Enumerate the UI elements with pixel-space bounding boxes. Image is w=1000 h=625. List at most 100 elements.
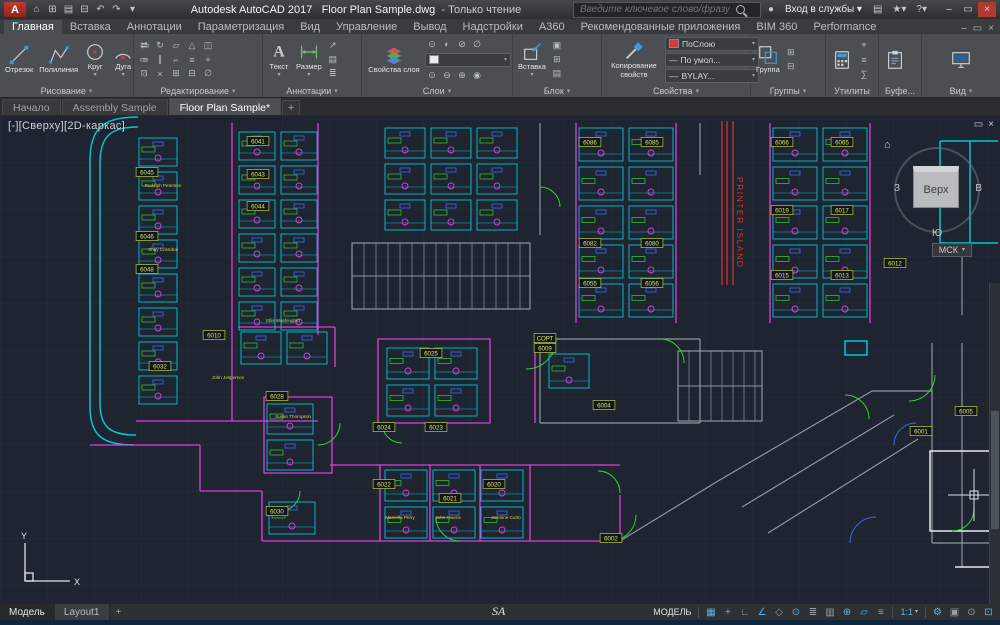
- block-extra-icons-1[interactable]: ⊞: [550, 53, 564, 66]
- layer-tool-icons-2[interactable]: ⊕: [455, 69, 469, 82]
- ucs-dropdown[interactable]: МСК▾: [932, 243, 972, 257]
- modify-tool-icons-14[interactable]: ∅: [201, 67, 215, 80]
- modify-tool-icons-12[interactable]: ⊞: [169, 67, 183, 80]
- doc-restore-button[interactable]: ▭: [973, 23, 982, 34]
- layer-tool-icons-3[interactable]: ◉: [470, 69, 484, 82]
- dimension-button[interactable]: Размер▾: [294, 41, 324, 77]
- ribbon-tab-performance[interactable]: Performance: [805, 20, 884, 34]
- ribbon-tab-bim-360[interactable]: BIM 360: [748, 20, 805, 34]
- help-icon[interactable]: ?▾: [913, 4, 930, 15]
- block-extra-icons-0[interactable]: ▣: [550, 39, 564, 52]
- panel-label-view[interactable]: Вид▾: [922, 85, 1000, 97]
- qat-icon-4[interactable]: ↶: [94, 4, 107, 15]
- qat-icon-0[interactable]: ⌂: [30, 4, 43, 15]
- ribbon-tab-надстройки[interactable]: Надстройки: [455, 20, 531, 34]
- close-button[interactable]: ×: [978, 2, 996, 17]
- layer-state-icons-0[interactable]: ⊙: [425, 38, 439, 51]
- utilities-extra-icons-1[interactable]: ≡: [857, 53, 871, 66]
- layer-state-icons-2[interactable]: ⊘: [455, 38, 469, 51]
- vertical-scrollbar[interactable]: [989, 283, 1000, 604]
- lineweight-select[interactable]: — По умол...▾: [665, 53, 759, 67]
- isolate-objects-toggle[interactable]: ⊙: [964, 605, 979, 619]
- modify-tool-icons-4[interactable]: ◫: [201, 39, 215, 52]
- viewcube-top-face[interactable]: Верх: [913, 166, 959, 208]
- autocad-logo-icon[interactable]: A: [4, 2, 26, 17]
- search-input[interactable]: [578, 3, 732, 16]
- ribbon-tab-аннотации[interactable]: Аннотации: [119, 20, 190, 34]
- utilities-extra-icons-0[interactable]: ⌖: [857, 39, 871, 52]
- modify-tool-icons-11[interactable]: ×: [153, 67, 167, 80]
- polar-tracking-toggle[interactable]: ∠: [754, 605, 769, 619]
- ribbon-tab-параметризация[interactable]: Параметризация: [190, 20, 292, 34]
- ribbon-tab-вставка[interactable]: Вставка: [62, 20, 119, 34]
- modify-tool-icons-9[interactable]: +: [201, 53, 215, 66]
- maximize-button[interactable]: ▭: [959, 2, 977, 17]
- model-space-label[interactable]: МОДЕЛЬ: [653, 607, 691, 617]
- modify-tool-icons-5[interactable]: ▭: [137, 53, 151, 66]
- qat-icon-2[interactable]: ▤: [62, 4, 75, 15]
- qat-icon-1[interactable]: ⊞: [46, 4, 59, 15]
- annotation-extra-icons-2[interactable]: ≣: [326, 67, 340, 80]
- transparency-toggle[interactable]: ▥: [822, 605, 837, 619]
- exchange-apps-icon[interactable]: ▤: [870, 4, 885, 15]
- new-tab-button[interactable]: +: [282, 100, 300, 116]
- signin-button[interactable]: Вход в службы ▾: [781, 4, 866, 15]
- drawing-canvas[interactable]: 6041604360446045604660486032601060286030…: [0, 115, 1000, 604]
- snap-toggle[interactable]: +: [720, 605, 735, 619]
- lineweight-toggle[interactable]: ≣: [805, 605, 820, 619]
- modify-tool-icons-1[interactable]: ↻: [153, 39, 167, 52]
- modify-tool-icons-8[interactable]: ≡: [185, 53, 199, 66]
- panel-label-clipboard[interactable]: Буфе...: [879, 85, 921, 97]
- insert-block-button[interactable]: Вставка▾: [516, 41, 548, 77]
- group-extra-icons-0[interactable]: ⊞: [784, 46, 798, 59]
- panel-label-modify[interactable]: Редактирование▾: [134, 85, 262, 97]
- modify-tool-icons-7[interactable]: ⌐: [169, 53, 183, 66]
- dynamic-ucs-toggle[interactable]: ▱: [856, 605, 871, 619]
- layout-tab-layout1[interactable]: Layout1: [55, 604, 110, 620]
- ribbon-tab-главная[interactable]: Главная: [4, 20, 62, 34]
- arc-button[interactable]: Дуга▾: [110, 41, 136, 77]
- panel-label-block[interactable]: Блок▾: [513, 85, 601, 97]
- layout-tab-модель[interactable]: Модель: [0, 604, 55, 620]
- group-button[interactable]: Группа: [754, 44, 782, 74]
- stay-connected-icon[interactable]: ★▾: [889, 4, 909, 15]
- match-properties-button[interactable]: Копирование свойств: [605, 40, 663, 79]
- annotation-extra-icons-0[interactable]: ↗: [326, 39, 340, 52]
- ribbon-tab-вид[interactable]: Вид: [292, 20, 328, 34]
- ribbon-tab-вывод[interactable]: Вывод: [405, 20, 454, 34]
- ortho-toggle[interactable]: ∟: [737, 605, 752, 619]
- panel-label-groups[interactable]: Группы▾: [751, 85, 825, 97]
- viewcube-home-icon[interactable]: ⌂: [884, 139, 891, 151]
- ribbon-tab-управление[interactable]: Управление: [328, 20, 405, 34]
- linetype-select[interactable]: –– BYLAY...▾: [665, 69, 759, 83]
- view-button[interactable]: [948, 49, 974, 71]
- annotation-visibility-toggle[interactable]: ≡: [873, 605, 888, 619]
- panel-label-properties[interactable]: Свойства▾: [602, 85, 750, 97]
- search-icon[interactable]: [736, 5, 745, 14]
- selection-cycling-toggle[interactable]: ⊕: [839, 605, 854, 619]
- doc-minimize-button[interactable]: –: [961, 23, 967, 34]
- modify-tool-icons-6[interactable]: ∥: [153, 53, 167, 66]
- panel-label-draw[interactable]: Рисование▾: [0, 85, 133, 97]
- viewport-close-icon[interactable]: ×: [988, 119, 994, 130]
- file-tab-assembly-sample[interactable]: Assembly Sample: [62, 99, 168, 116]
- modify-tool-icons-10[interactable]: ⊓: [137, 67, 151, 80]
- object-snap-toggle[interactable]: ⊙: [788, 605, 803, 619]
- modify-tool-icons-2[interactable]: ▱: [169, 39, 183, 52]
- circle-button[interactable]: Круг▾: [82, 41, 108, 77]
- calculator-button[interactable]: [829, 49, 855, 71]
- line-button[interactable]: Отрезок: [3, 44, 35, 74]
- viewcube[interactable]: ⌂ Верх З В Ю: [888, 141, 984, 237]
- doc-close-button[interactable]: ×: [988, 23, 994, 34]
- paste-button[interactable]: [882, 49, 908, 71]
- ribbon-tab-рекомендованные-приложения[interactable]: Рекомендованные приложения: [573, 20, 749, 34]
- viewcube-south-label[interactable]: Ю: [932, 228, 942, 239]
- qat-icon-3[interactable]: ⊟: [78, 4, 91, 15]
- viewcube-west-label[interactable]: З: [894, 183, 900, 194]
- minimize-button[interactable]: –: [940, 2, 958, 17]
- qat-icon-6[interactable]: ▾: [126, 4, 139, 15]
- text-button[interactable]: А Текст▾: [266, 41, 292, 77]
- layer-tool-icons-0[interactable]: ⊙: [425, 69, 439, 82]
- layer-state-icons-1[interactable]: ◐: [440, 38, 454, 51]
- panel-label-utilities[interactable]: Утилиты: [826, 85, 878, 97]
